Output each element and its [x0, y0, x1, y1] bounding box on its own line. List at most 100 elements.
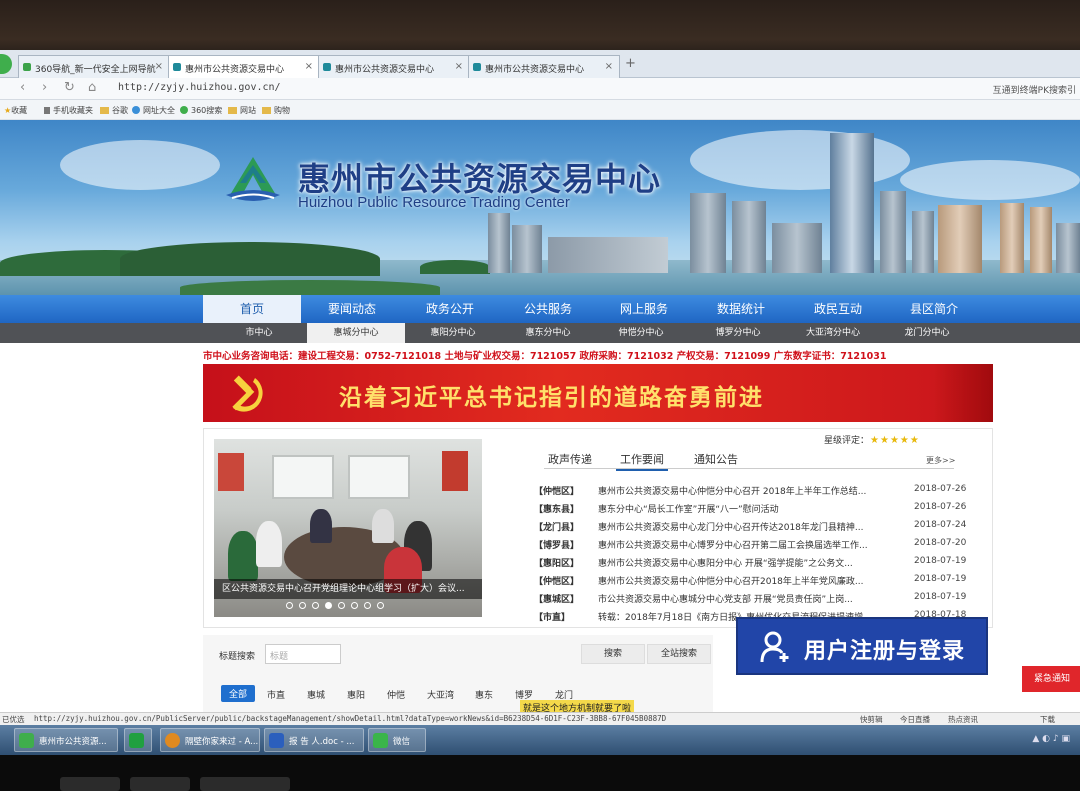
carousel-dot[interactable] — [286, 602, 293, 609]
star-icon[interactable]: ★ — [910, 435, 919, 446]
subnav-boluo[interactable]: 博罗分中心 — [689, 323, 787, 343]
refresh-icon[interactable]: ↻ — [64, 80, 75, 95]
taskbar-word[interactable]: 报 告 人.doc - ... — [264, 728, 364, 752]
nav-statistics[interactable]: 数据统计 — [692, 295, 790, 323]
url-field[interactable]: http://zyjy.huizhou.gov.cn/ — [118, 82, 281, 93]
register-login-button[interactable]: 用户注册与登录 — [736, 617, 988, 675]
star-icon[interactable]: ★ — [880, 435, 889, 446]
carousel-dot[interactable] — [364, 602, 371, 609]
browser-tab[interactable]: 惠州市公共资源交易中心 × — [318, 55, 470, 78]
forward-icon[interactable]: › — [42, 80, 47, 95]
nav-government-affairs[interactable]: 政务公开 — [401, 295, 499, 323]
subnav-huicheng[interactable]: 惠城分中心 — [307, 323, 405, 343]
browser-tab-active[interactable]: 惠州市公共资源交易中心 × — [168, 55, 320, 78]
tab-notices[interactable]: 通知公告 — [690, 449, 742, 469]
category-item[interactable]: 仲恺 — [387, 688, 405, 701]
taskbar-music[interactable]: 隔壁你家来过 - A... — [160, 728, 260, 752]
nav-public-service[interactable]: 公共服务 — [499, 295, 597, 323]
news-row[interactable]: 【龙门县】 惠州市公共资源交易中心龙门分中心召开传达2018年龙门县精神... 20… — [534, 517, 988, 535]
carousel-dot[interactable] — [325, 602, 332, 609]
slogan-banner[interactable]: 沿着习近平总书记指引的道路奋勇前进 — [203, 364, 993, 422]
category-item[interactable]: 惠阳 — [347, 688, 365, 701]
news-row[interactable]: 【惠城区】 市公共资源交易中心惠城分中心党支部 开展“党员责任岗”上岗... 201… — [534, 589, 988, 607]
monitor-screen: 360导航_新一代安全上网导航 × 惠州市公共资源交易中心 × 惠州市公共资源交易中… — [0, 50, 1080, 755]
category-item[interactable]: 大亚湾 — [427, 688, 454, 701]
taskbar-browser[interactable]: 惠州市公共资源... — [14, 728, 118, 752]
system-tray[interactable]: ▲ ◐ ♪ ▣ — [1032, 734, 1070, 744]
tab-policy[interactable]: 政声传递 — [544, 449, 596, 469]
star-icon[interactable]: ★ — [870, 435, 879, 446]
status-item[interactable]: 下载 — [1040, 714, 1055, 725]
taskbar-wechat[interactable]: 微信 — [368, 728, 426, 752]
status-item[interactable]: 快剪辑 — [860, 714, 883, 725]
home-icon[interactable]: ⌂ — [88, 80, 96, 95]
news-title[interactable]: 惠州市公共资源交易中心仲恺分中心召开 2018年上半年工作总结... — [598, 484, 908, 497]
category-item[interactable]: 惠城 — [307, 688, 325, 701]
category-all[interactable]: 全部 — [221, 685, 256, 702]
carousel-dot[interactable] — [312, 602, 319, 609]
news-title[interactable]: 惠州市公共资源交易中心仲恺分中心召开2018年上半年党风廉政... — [598, 574, 908, 587]
star-icon[interactable]: ★ — [890, 435, 899, 446]
urgent-notice-button[interactable]: 紧急通知 — [1022, 666, 1080, 692]
news-title[interactable]: 惠州市公共资源交易中心惠阳分中心 开展“强学提能”之公务文... — [598, 556, 908, 569]
back-icon[interactable]: ‹ — [20, 80, 25, 95]
site-search-button[interactable]: 全站搜索 — [647, 644, 711, 664]
close-icon[interactable]: × — [305, 61, 313, 72]
site-logo-icon[interactable] — [222, 155, 284, 207]
close-icon[interactable]: × — [155, 61, 163, 72]
browser-tab[interactable]: 惠州市公共资源交易中心 × — [468, 55, 620, 78]
close-icon[interactable]: × — [455, 61, 463, 72]
status-item[interactable]: 今日直播 — [900, 714, 930, 725]
news-photo-carousel[interactable]: 区公共资源交易中心召开党组理论中心组学习（扩大）会议... — [214, 439, 482, 617]
news-row[interactable]: 【仲恺区】 惠州市公共资源交易中心仲恺分中心召开 2018年上半年工作总结... 2… — [534, 481, 988, 499]
360-browser-logo-icon[interactable] — [0, 54, 12, 74]
subnav-city-center[interactable]: 市中心 — [210, 323, 308, 343]
favorite-item[interactable]: ★收藏 — [4, 105, 27, 116]
subnav-zhongkai[interactable]: 仲恺分中心 — [592, 323, 690, 343]
subnav-dayawan[interactable]: 大亚湾分中心 — [784, 323, 882, 343]
news-row[interactable]: 【博罗县】 惠州市公共资源交易中心博罗分中心召开第二届工会换届选举工作... 201… — [534, 535, 988, 553]
nav-home[interactable]: 首页 — [203, 295, 301, 323]
news-section: 区公共资源交易中心召开党组理论中心组学习（扩大）会议... 星级评定：★★★★★… — [203, 428, 993, 628]
search-input[interactable]: 标题 — [265, 644, 341, 664]
close-icon[interactable]: × — [605, 61, 613, 72]
favorite-item[interactable]: 谷歌 — [100, 105, 128, 116]
nav-online-service[interactable]: 网上服务 — [595, 295, 693, 323]
favorite-item[interactable]: 手机收藏夹 — [44, 105, 93, 116]
browser-tab[interactable]: 360导航_新一代安全上网导航 × — [18, 55, 170, 78]
taskbar-app[interactable] — [124, 728, 152, 752]
search-box[interactable]: 互通到终端PK搜索引 — [993, 83, 1076, 96]
news-title[interactable]: 惠东分中心“局长工作室”开展“八一”慰问活动 — [598, 502, 908, 515]
new-tab-icon[interactable]: + — [625, 56, 636, 71]
tab-work-news[interactable]: 工作要闻 — [616, 449, 668, 471]
news-title[interactable]: 惠州市公共资源交易中心博罗分中心召开第二届工会换届选举工作... — [598, 538, 908, 551]
subnav-huiyang[interactable]: 惠阳分中心 — [404, 323, 502, 343]
news-title[interactable]: 惠州市公共资源交易中心龙门分中心召开传达2018年龙门县精神... — [598, 520, 908, 533]
news-row[interactable]: 【仲恺区】 惠州市公共资源交易中心仲恺分中心召开2018年上半年党风廉政... 20… — [534, 571, 988, 589]
shore — [180, 280, 440, 295]
carousel-dot[interactable] — [299, 602, 306, 609]
category-item[interactable]: 市直 — [267, 688, 285, 701]
more-link[interactable]: 更多>> — [926, 455, 955, 466]
rating-stars[interactable]: ★★★★★ — [869, 435, 919, 446]
carousel-dot[interactable] — [351, 602, 358, 609]
favorite-item[interactable]: 网站 — [228, 105, 256, 116]
status-item[interactable]: 热点资讯 — [948, 714, 978, 725]
subnav-huidong[interactable]: 惠东分中心 — [499, 323, 597, 343]
carousel-dot[interactable] — [377, 602, 384, 609]
nav-county-intro[interactable]: 县区简介 — [885, 295, 983, 323]
star-icon[interactable]: ★ — [900, 435, 909, 446]
category-item[interactable]: 惠东 — [475, 688, 493, 701]
subnav-longmen[interactable]: 龙门分中心 — [878, 323, 976, 343]
news-title[interactable]: 市公共资源交易中心惠城分中心党支部 开展“党员责任岗”上岗... — [598, 592, 908, 605]
favorite-item[interactable]: 网址大全 — [132, 105, 175, 116]
favorite-item[interactable]: 360搜索 — [180, 105, 222, 116]
building — [732, 201, 766, 273]
nav-news[interactable]: 要闻动态 — [303, 295, 401, 323]
favorite-item[interactable]: 购物 — [262, 105, 290, 116]
nav-interaction[interactable]: 政民互动 — [789, 295, 887, 323]
news-row[interactable]: 【惠东县】 惠东分中心“局长工作室”开展“八一”慰问活动 2018-07-26 — [534, 499, 988, 517]
news-row[interactable]: 【惠阳区】 惠州市公共资源交易中心惠阳分中心 开展“强学提能”之公务文... 201… — [534, 553, 988, 571]
search-button[interactable]: 搜索 — [581, 644, 645, 664]
carousel-dot[interactable] — [338, 602, 345, 609]
